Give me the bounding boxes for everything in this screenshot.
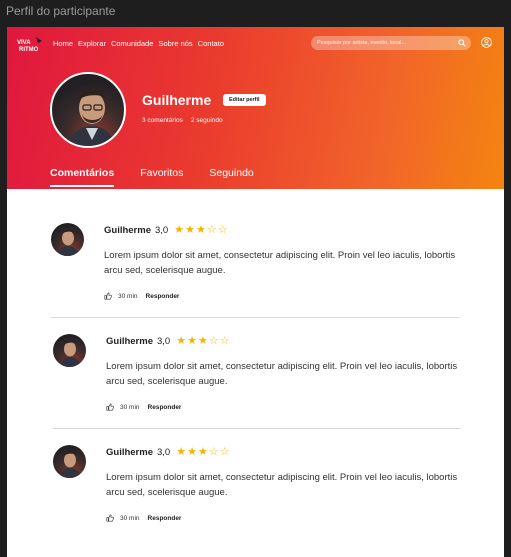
comment-text: Lorem ipsum dolor sit amet, consectetur … (106, 472, 458, 498)
star-filled-icon: ★ (187, 335, 197, 347)
profile-name: Guilherme (142, 92, 212, 108)
comment-time: 30 min (118, 292, 138, 300)
star-filled-icon: ★ (174, 224, 185, 236)
comment-actions: 30 min Responder (106, 403, 181, 411)
thumbs-up-icon[interactable] (106, 403, 114, 411)
star-filled-icon: ★ (197, 446, 208, 458)
search-input[interactable] (317, 36, 455, 50)
nav-links: Home Explorar Comunidade Sobre nós Conta… (53, 39, 224, 48)
comment-avatar[interactable] (51, 223, 84, 256)
edit-profile-button[interactable]: Editar perfil (223, 94, 266, 106)
nav-link-home[interactable]: Home (53, 39, 73, 48)
star-filled-icon: ★ (176, 335, 187, 347)
comment-rating: 3,0 (157, 336, 171, 347)
comment-header: Guilherme 3,0 ★ ★ ★ ☆ ☆ (104, 225, 228, 237)
star-empty-icon: ☆ (219, 335, 230, 347)
profile-header: VIVA RITMO Home Explorar Comunidade Sobr… (7, 27, 504, 189)
comment-time: 30 min (120, 514, 140, 522)
comment-actions: 30 min Responder (104, 292, 179, 300)
comment-header: Guilherme 3,0 ★ ★ ★ ☆ ☆ (106, 336, 230, 348)
star-empty-icon: ☆ (208, 446, 219, 458)
star-filled-icon: ★ (197, 335, 208, 347)
nav-link-contato[interactable]: Contato (198, 39, 224, 48)
comment-avatar[interactable] (53, 334, 86, 367)
comment-rating: 3,0 (155, 225, 169, 236)
star-filled-icon: ★ (187, 446, 197, 458)
svg-text:VIVA: VIVA (17, 40, 31, 46)
star-rating: ★ ★ ★ ☆ ☆ (176, 336, 229, 347)
comment-avatar[interactable] (53, 445, 86, 478)
svg-text:RITMO: RITMO (19, 47, 39, 53)
tab-favoritos[interactable]: Favoritos (140, 167, 183, 185)
comment-text: Lorem ipsum dolor sit amet, consectetur … (106, 361, 458, 387)
comment-header: Guilherme 3,0 ★ ★ ★ ☆ ☆ (106, 447, 230, 459)
profile-stats: 3 comentários 2 seguindo (142, 117, 223, 124)
profile-page: VIVA RITMO Home Explorar Comunidade Sobr… (7, 27, 504, 557)
comment-item: Guilherme 3,0 ★ ★ ★ ☆ ☆ Lorem ipsum dolo… (7, 189, 504, 318)
star-filled-icon: ★ (185, 224, 195, 236)
comment-actions: 30 min Responder (106, 514, 181, 522)
nav-link-explorar[interactable]: Explorar (78, 39, 106, 48)
tab-comentarios[interactable]: Comentários (50, 167, 115, 187)
star-empty-icon: ☆ (208, 335, 219, 347)
tab-seguindo[interactable]: Seguindo (209, 167, 253, 185)
profile-tabs: Comentários Favoritos Seguindo (50, 167, 280, 187)
window-title: Perfil do participante (6, 4, 116, 18)
thumbs-up-icon[interactable] (104, 292, 112, 300)
comment-rating: 3,0 (157, 447, 171, 458)
star-filled-icon: ★ (176, 446, 187, 458)
star-rating: ★ ★ ★ ☆ ☆ (176, 447, 229, 458)
search-bar (311, 36, 471, 50)
search-icon[interactable] (458, 39, 466, 47)
star-filled-icon: ★ (195, 224, 206, 236)
following-count[interactable]: 2 seguindo (191, 117, 223, 124)
profile-avatar (50, 72, 126, 148)
thumbs-up-icon[interactable] (106, 514, 114, 522)
comment-text: Lorem ipsum dolor sit amet, consectetur … (104, 250, 456, 276)
top-nav: VIVA RITMO Home Explorar Comunidade Sobr… (7, 27, 504, 61)
star-rating: ★ ★ ★ ☆ ☆ (174, 225, 227, 236)
nav-link-sobre[interactable]: Sobre nós (158, 39, 192, 48)
comments-count[interactable]: 3 comentários (142, 117, 183, 124)
nav-link-comunidade[interactable]: Comunidade (111, 39, 154, 48)
comment-author[interactable]: Guilherme (104, 225, 151, 236)
reply-button[interactable]: Responder (148, 404, 182, 411)
star-empty-icon: ☆ (217, 224, 228, 236)
comment-item: Guilherme 3,0 ★ ★ ★ ☆ ☆ Lorem ipsum dolo… (7, 300, 504, 429)
comment-item: Guilherme 3,0 ★ ★ ★ ☆ ☆ Lorem ipsum dolo… (7, 411, 504, 522)
reply-button[interactable]: Responder (148, 515, 182, 522)
comment-author[interactable]: Guilherme (106, 336, 153, 347)
comment-time: 30 min (120, 403, 140, 411)
star-empty-icon: ☆ (219, 446, 230, 458)
star-empty-icon: ☆ (206, 224, 217, 236)
reply-button[interactable]: Responder (146, 293, 180, 300)
brand-logo[interactable]: VIVA RITMO (16, 35, 46, 55)
user-account-icon[interactable] (481, 37, 492, 48)
comment-author[interactable]: Guilherme (106, 447, 153, 458)
